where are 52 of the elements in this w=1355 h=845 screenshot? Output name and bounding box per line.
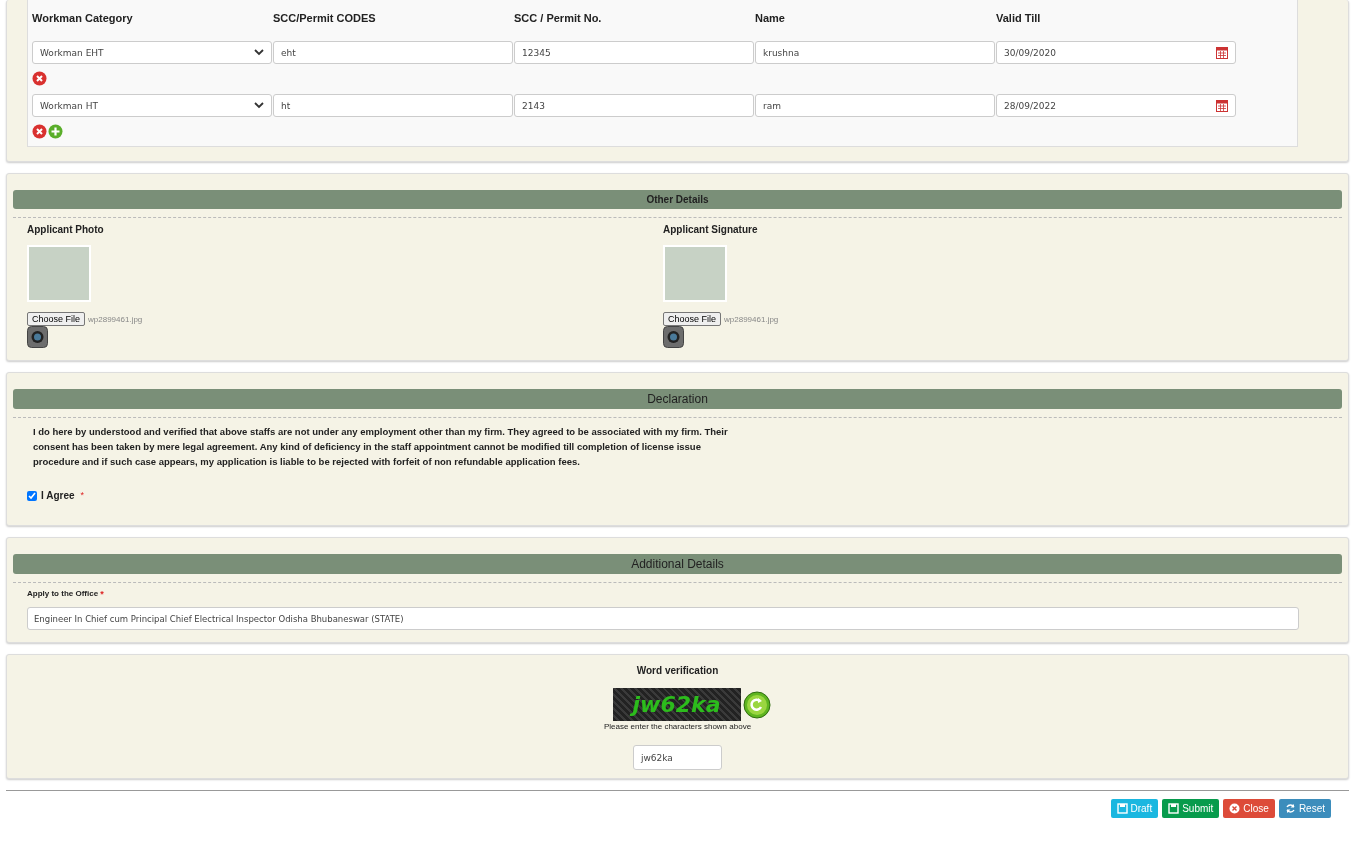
section-header: Declaration	[13, 389, 1342, 409]
column-header: Workman Category	[32, 12, 134, 26]
input-field[interactable]: eht	[273, 41, 513, 64]
chevron-down-icon[interactable]	[254, 102, 264, 109]
calendar-icon[interactable]	[1216, 99, 1228, 112]
section-title: Word verification	[636, 665, 719, 676]
remove-icon[interactable]	[32, 71, 47, 86]
submit-button[interactable]: Submit	[1162, 799, 1220, 818]
choose-file-button[interactable]: Choose File	[27, 312, 86, 326]
refresh-icon[interactable]	[742, 690, 771, 719]
file-name: wp2899461.jpg	[88, 314, 143, 324]
required-mark: *	[100, 589, 104, 599]
reset-button[interactable]: Reset	[1278, 799, 1331, 818]
select-field[interactable]: Workman EHT	[32, 41, 272, 64]
field-label: Applicant Photo	[27, 224, 105, 235]
column-header: Valid Till	[996, 12, 1042, 26]
declaration-text: I do here by understood and verified that above staffs are not under any employment other than my firm. They agreed to be associated with my firm. Their consent has been taken by mere legal agreement. Any kind of deficiency in the staff appointment cannot be modified till completion of license issue procedure and if such case appears, my application is liable to be rejected with forfeit of non refundable application fees.	[32, 425, 729, 469]
field-label: Apply to the Office	[27, 589, 99, 599]
input-field[interactable]: 12345	[514, 41, 754, 64]
section-header: Additional Details	[13, 554, 1342, 574]
photo-placeholder	[663, 245, 727, 302]
input-field[interactable]: ht	[273, 94, 513, 117]
refresh-icon	[1284, 803, 1296, 814]
file-name: wp2899461.jpg	[724, 314, 779, 324]
close-button[interactable]: Close	[1223, 799, 1275, 818]
date-field[interactable]: 30/09/2020	[996, 41, 1236, 64]
date-field[interactable]: 28/09/2022	[996, 94, 1236, 117]
photo-placeholder	[27, 245, 91, 302]
column-header: SCC / Permit No.	[514, 12, 603, 26]
close-icon	[1229, 803, 1241, 814]
add-icon[interactable]	[48, 124, 63, 139]
input-field[interactable]: ram	[755, 94, 995, 117]
field-label: Applicant Signature	[663, 224, 759, 235]
input-field[interactable]: 2143	[514, 94, 754, 117]
camera-icon[interactable]	[663, 326, 684, 348]
office-field[interactable]: Engineer In Chief cum Principal Chief Electrical Inspector Odisha Bhubaneswar (STATE)	[27, 607, 1299, 630]
captcha-image: jw62ka	[612, 688, 741, 721]
camera-icon[interactable]	[27, 326, 48, 348]
checkbox-label: I Agree	[41, 490, 75, 501]
captcha-field[interactable]: jw62ka	[633, 745, 722, 770]
column-header: Name	[755, 12, 786, 26]
agree-checkbox[interactable]	[27, 490, 37, 501]
required-mark: *	[80, 490, 85, 500]
choose-file-button[interactable]: Choose File	[663, 312, 722, 326]
section-header: Other Details	[13, 190, 1342, 209]
select-field[interactable]: Workman HT	[32, 94, 272, 117]
input-field[interactable]: krushna	[755, 41, 995, 64]
calendar-icon[interactable]	[1216, 46, 1228, 59]
remove-icon[interactable]	[32, 124, 47, 139]
column-header: SCC/Permit CODES	[273, 12, 377, 26]
hint-text: Please enter the characters shown above	[603, 722, 752, 731]
chevron-down-icon[interactable]	[254, 49, 264, 56]
